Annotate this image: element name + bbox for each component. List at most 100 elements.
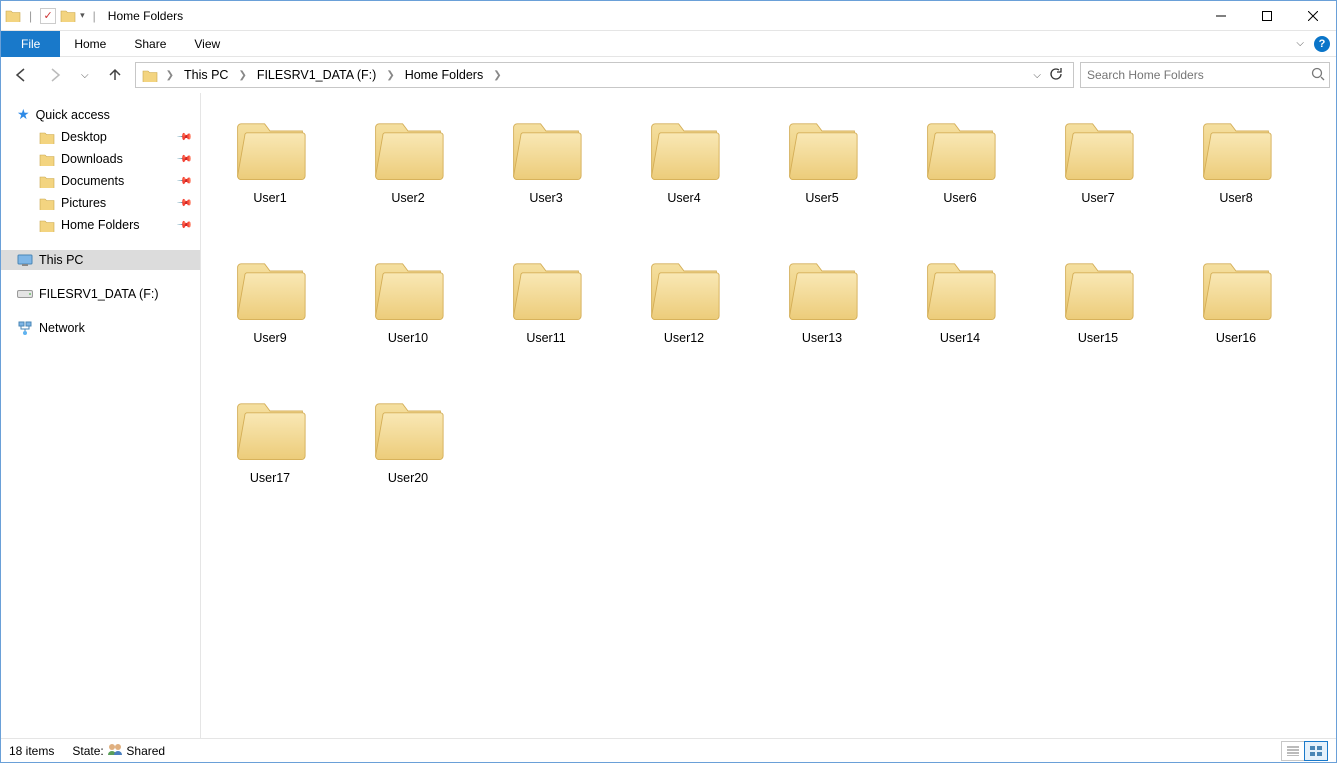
help-icon[interactable]: ? <box>1314 36 1330 52</box>
chevron-right-icon[interactable]: ❯ <box>384 70 396 81</box>
folder-icon <box>1197 113 1275 185</box>
folder-label: User11 <box>526 331 565 345</box>
ribbon-collapse-icon[interactable]: ⌵ <box>1290 38 1310 49</box>
chevron-right-icon[interactable]: ❯ <box>164 70 176 81</box>
drive-label: FILESRV1_DATA (F:) <box>39 287 158 301</box>
folder-item[interactable]: User8 <box>1191 113 1281 205</box>
network-label: Network <box>39 321 85 335</box>
quick-access-label: Quick access <box>36 108 110 122</box>
folder-item[interactable]: User17 <box>225 393 315 485</box>
breadcrumb-drive[interactable]: FILESRV1_DATA (F:) <box>251 63 382 87</box>
folder-item[interactable]: User6 <box>915 113 1005 205</box>
sidebar-this-pc[interactable]: This PC <box>1 250 200 270</box>
sidebar-network[interactable]: Network <box>1 318 200 338</box>
file-tab[interactable]: File <box>1 31 60 57</box>
folder-item[interactable]: User20 <box>363 393 453 485</box>
folder-item[interactable]: User10 <box>363 253 453 345</box>
window-controls <box>1198 1 1336 31</box>
back-arrow-icon <box>13 67 29 83</box>
folder-item[interactable]: User7 <box>1053 113 1143 205</box>
folder-label: User8 <box>1219 191 1252 205</box>
breadcrumb-this-pc[interactable]: This PC <box>178 63 234 87</box>
view-tab[interactable]: View <box>180 31 234 57</box>
pin-icon: 📌 <box>175 195 192 212</box>
breadcrumb-current[interactable]: Home Folders <box>399 63 490 87</box>
search-icon[interactable] <box>1307 67 1325 84</box>
refresh-button[interactable] <box>1045 67 1067 84</box>
sidebar-item-label: Downloads <box>61 152 123 166</box>
folder-icon <box>1059 253 1137 325</box>
chevron-right-icon[interactable]: ❯ <box>236 70 248 81</box>
up-button[interactable] <box>101 61 129 89</box>
folder-icon <box>507 253 585 325</box>
drive-icon <box>17 289 33 299</box>
folder-icon <box>369 393 447 465</box>
folder-item[interactable]: User5 <box>777 113 867 205</box>
address-dropdown-icon[interactable]: ⌵ <box>1033 70 1041 81</box>
forward-button[interactable] <box>41 61 69 89</box>
folder-icon <box>39 219 55 232</box>
pin-icon: 📌 <box>175 173 192 190</box>
qat-properties-icon[interactable]: ✓ <box>40 8 56 24</box>
folder-item[interactable]: User14 <box>915 253 1005 345</box>
main-area: ★ Quick access Desktop📌Downloads📌Documen… <box>1 93 1336 738</box>
folder-item[interactable]: User9 <box>225 253 315 345</box>
sidebar-quick-access[interactable]: ★ Quick access <box>1 103 200 126</box>
folder-icon <box>921 253 999 325</box>
large-icons-view-button[interactable] <box>1304 741 1328 761</box>
folder-icon <box>783 113 861 185</box>
qat-open-icon[interactable] <box>60 9 76 22</box>
folder-icon <box>645 113 723 185</box>
items-grid: User1 User2 User3 User4 User5 User6 User7 User8… <box>225 113 1326 485</box>
minimize-button[interactable] <box>1198 1 1244 31</box>
home-tab[interactable]: Home <box>60 31 120 57</box>
folder-label: User20 <box>388 471 428 485</box>
folder-icon <box>783 253 861 325</box>
forward-arrow-icon <box>47 67 63 83</box>
this-pc-label: This PC <box>39 253 83 267</box>
folder-icon <box>39 197 55 210</box>
close-icon <box>1308 11 1318 21</box>
sidebar-item-desktop[interactable]: Desktop📌 <box>1 126 200 148</box>
folder-item[interactable]: User16 <box>1191 253 1281 345</box>
folder-item[interactable]: User3 <box>501 113 591 205</box>
window-title: Home Folders <box>104 9 183 23</box>
maximize-button[interactable] <box>1244 1 1290 31</box>
folder-item[interactable]: User13 <box>777 253 867 345</box>
content-pane[interactable]: User1 User2 User3 User4 User5 User6 User7 User8… <box>201 93 1336 738</box>
recent-locations-icon[interactable]: ⌵ <box>75 70 95 81</box>
address-bar[interactable]: ❯ This PC ❯ FILESRV1_DATA (F:) ❯ Home Fo… <box>135 62 1074 88</box>
back-button[interactable] <box>7 61 35 89</box>
qat-dropdown-icon[interactable]: ▾ <box>80 10 85 21</box>
address-folder-icon <box>142 69 158 82</box>
nav-bar: ⌵ ❯ This PC ❯ FILESRV1_DATA (F:) ❯ Home … <box>1 57 1336 93</box>
folder-item[interactable]: User4 <box>639 113 729 205</box>
sidebar-item-downloads[interactable]: Downloads📌 <box>1 148 200 170</box>
close-button[interactable] <box>1290 1 1336 31</box>
folder-item[interactable]: User11 <box>501 253 591 345</box>
folder-item[interactable]: User1 <box>225 113 315 205</box>
folder-icon <box>921 113 999 185</box>
chevron-right-icon[interactable]: ❯ <box>491 70 503 81</box>
qat-separator: | <box>25 9 36 23</box>
star-icon: ★ <box>17 106 30 123</box>
folder-icon <box>507 113 585 185</box>
share-tab[interactable]: Share <box>120 31 180 57</box>
sidebar-drive[interactable]: FILESRV1_DATA (F:) <box>1 284 200 304</box>
folder-label: User10 <box>388 331 428 345</box>
folder-label: User9 <box>253 331 286 345</box>
sidebar-item-label: Desktop <box>61 130 107 144</box>
sidebar-item-documents[interactable]: Documents📌 <box>1 170 200 192</box>
minimize-icon <box>1216 11 1226 21</box>
search-input[interactable] <box>1085 67 1307 83</box>
folder-item[interactable]: User15 <box>1053 253 1143 345</box>
sidebar-item-home-folders[interactable]: Home Folders 📌 <box>1 214 200 236</box>
folder-item[interactable]: User12 <box>639 253 729 345</box>
pin-icon: 📌 <box>175 217 192 234</box>
folder-item[interactable]: User2 <box>363 113 453 205</box>
folder-label: User17 <box>250 471 290 485</box>
details-view-button[interactable] <box>1281 741 1305 761</box>
sidebar-item-label: Home Folders <box>61 218 140 232</box>
search-box[interactable] <box>1080 62 1330 88</box>
sidebar-item-pictures[interactable]: Pictures📌 <box>1 192 200 214</box>
